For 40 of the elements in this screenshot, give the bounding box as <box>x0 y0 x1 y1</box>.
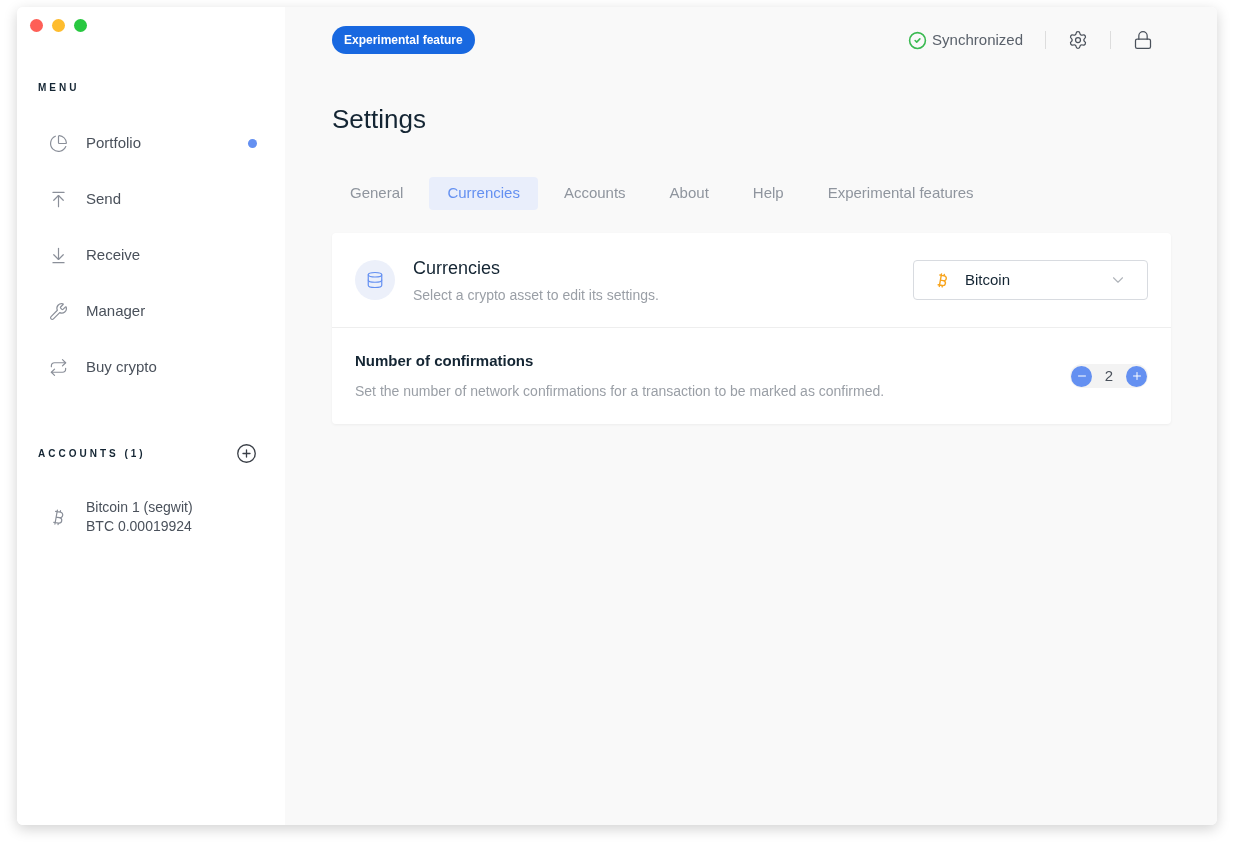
menu-heading: MENU <box>38 81 80 95</box>
database-icon <box>366 271 384 289</box>
nav-item[interactable]: Portfolio <box>41 119 261 167</box>
maximize-window-icon[interactable] <box>74 19 87 32</box>
nav-item[interactable]: Buy crypto <box>41 343 261 391</box>
download-arrow-icon <box>49 245 68 265</box>
accounts-heading: ACCOUNTS (1) <box>38 447 146 461</box>
nav-label: Send <box>86 188 122 209</box>
currency-select[interactable]: Bitcoin <box>913 260 1148 300</box>
sync-status: Synchronized <box>932 29 1023 50</box>
upload-arrow-icon <box>49 189 68 209</box>
nav-item[interactable]: Manager <box>41 287 261 335</box>
tools-icon <box>49 301 68 321</box>
account-item[interactable]: Bitcoin 1 (segwit) BTC 0.00019924 <box>49 498 253 536</box>
increment-button[interactable] <box>1126 365 1147 387</box>
setting-title: Number of confirmations <box>355 351 535 372</box>
card-subtitle: Select a crypto asset to edit its settings. <box>413 285 659 305</box>
exchange-arrows-icon <box>49 357 68 377</box>
nav-label: Buy crypto <box>86 356 157 377</box>
nav-item[interactable]: Receive <box>41 231 261 279</box>
close-window-icon[interactable] <box>30 19 43 32</box>
plus-icon <box>1130 370 1143 382</box>
lock-icon[interactable] <box>1133 30 1153 50</box>
settings-icon[interactable] <box>1068 30 1088 50</box>
card-title: Currencies <box>413 256 502 280</box>
minimize-window-icon[interactable] <box>52 19 65 32</box>
nav-label: Portfolio <box>86 132 142 153</box>
page-title: Settings <box>332 103 426 136</box>
experimental-feature-badge: Experimental feature <box>332 26 475 54</box>
nav-label: Manager <box>86 300 146 321</box>
nav-label: Receive <box>86 244 141 265</box>
account-name: Bitcoin 1 (segwit) <box>86 498 193 517</box>
pie-chart-icon <box>49 133 68 153</box>
setting-description: Set the number of network confirmations for a transaction to be marked as confirmed. <box>355 381 885 401</box>
check-circle-icon <box>908 30 928 50</box>
decrement-button[interactable] <box>1071 365 1092 387</box>
account-balance: BTC 0.00019924 <box>86 517 193 536</box>
add-account-icon[interactable] <box>236 443 257 464</box>
stepper-value: 2 <box>1103 365 1115 386</box>
nav-item[interactable]: Send <box>41 175 261 223</box>
